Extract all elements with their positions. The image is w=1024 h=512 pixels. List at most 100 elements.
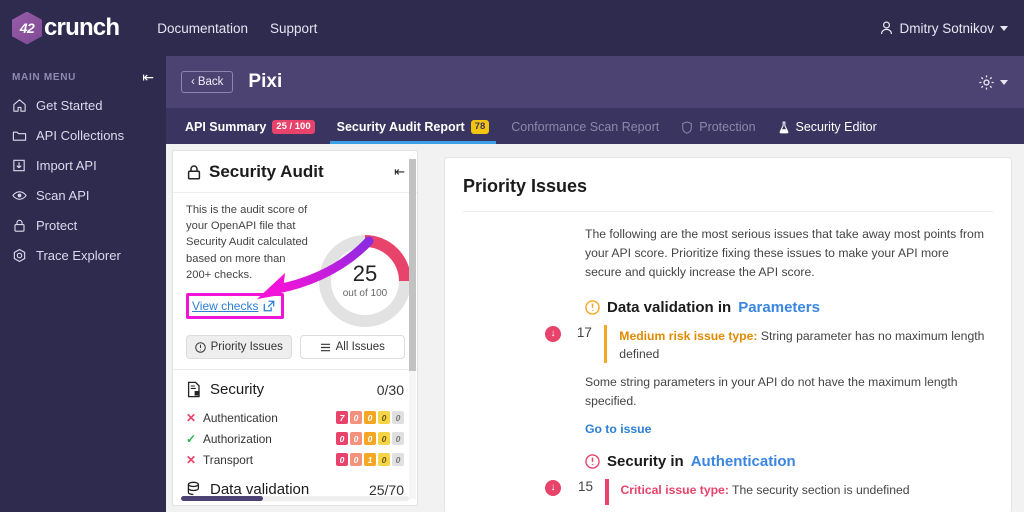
risk-label: Medium risk issue type:: [619, 328, 758, 343]
document-lock-icon: [187, 381, 200, 398]
issue-item-parameters: ↓ 17 Medium risk issue type: String para…: [445, 316, 1011, 364]
tabs-bar: API Summary 25 / 100 Security Audit Repo…: [166, 108, 1024, 144]
person-icon: [881, 21, 893, 35]
issue-group-header-security: Security in Authentication: [445, 436, 1011, 470]
category-name: Security: [210, 381, 265, 399]
back-button[interactable]: ‹ Back: [181, 71, 234, 93]
severity-bar: [603, 324, 608, 364]
issue-description: Some string parameters in your API do no…: [585, 375, 958, 408]
severity-counts: 0 0 1 0 0: [336, 453, 404, 467]
lock-icon: [14, 219, 25, 232]
severity-counts: 7 0 0 0 0: [336, 411, 404, 425]
settings-menu[interactable]: [978, 74, 1008, 91]
sidebar-item-label: Get Started: [36, 97, 103, 113]
all-issues-toggle[interactable]: All Issues: [299, 335, 405, 360]
audit-row-authentication[interactable]: ✕ Authentication 7 0 0 0 0: [173, 407, 417, 428]
sidebar-item-import-api[interactable]: Import API: [0, 150, 166, 180]
issue-item-authentication: ↓ 15 Critical issue type: The security s…: [445, 470, 1011, 505]
tab-label: Protection: [699, 120, 756, 134]
row-label: Authentication: [203, 410, 278, 425]
top-bar: 42 crunch Documentation Support Dmitry S…: [0, 0, 1024, 56]
tab-badge: 25 / 100: [272, 120, 315, 134]
tab-badge: 78: [470, 120, 490, 134]
folder-icon: [12, 131, 27, 141]
sidebar-item-trace-explorer[interactable]: Trace Explorer: [0, 240, 166, 270]
page-header: ‹ Back Pixi: [166, 56, 1024, 108]
count-high: 0: [350, 432, 362, 446]
security-audit-header: Security Audit ⇤: [173, 151, 417, 193]
points-lost-value: 15: [577, 478, 593, 494]
priority-issues-toggle[interactable]: Priority Issues: [186, 335, 292, 360]
tab-conformance-scan-report[interactable]: Conformance Scan Report: [500, 110, 670, 144]
row-label: Authorization: [203, 431, 272, 446]
vertical-scrollbar[interactable]: [409, 159, 416, 499]
security-audit-title: Security Audit: [209, 162, 324, 181]
chevron-down-icon: [1000, 25, 1008, 31]
audit-category-security[interactable]: Security 0/30: [173, 370, 417, 407]
sidebar-item-protect[interactable]: Protect: [0, 210, 166, 240]
points-lost-value: 17: [576, 324, 592, 340]
tab-label: API Summary: [185, 120, 267, 134]
logo-hex-icon: 42: [12, 11, 42, 45]
page-title: Pixi: [248, 71, 283, 92]
go-to-issue-link[interactable]: Go to issue: [445, 410, 1011, 436]
tab-label: Security Editor: [795, 120, 877, 134]
sidebar-item-api-collections[interactable]: API Collections: [0, 120, 166, 150]
tab-security-editor[interactable]: Security Editor: [767, 110, 888, 144]
home-icon: [13, 98, 26, 112]
sidebar-section-label: MAIN MENU: [12, 71, 77, 83]
priority-issues-intro: The following are the most serious issue…: [585, 227, 984, 279]
count-medium: 0: [364, 432, 376, 446]
fail-icon: ✕: [186, 452, 197, 467]
view-checks-label: View checks: [192, 299, 259, 314]
brand-logo[interactable]: 42 crunch: [12, 11, 120, 45]
sidebar-item-label: API Collections: [36, 127, 125, 143]
count-low: 0: [378, 411, 390, 425]
import-icon: [13, 159, 25, 171]
row-label: Transport: [203, 452, 254, 467]
points-lost-icon: ↓: [545, 479, 561, 496]
audit-score-donut: 25 out of 100: [319, 235, 411, 327]
audit-row-authorization[interactable]: ✓ Authorization 0 0 0 0 0: [173, 428, 417, 449]
issue-filter-toggle-group: Priority Issues All Issues: [173, 325, 417, 371]
fail-icon: ✕: [186, 410, 197, 425]
content-area: Security Audit ⇤ This is the audit score…: [166, 144, 1024, 512]
warning-circle-icon: [585, 299, 600, 315]
priority-issues-panel: Priority Issues The following are the mo…: [444, 157, 1012, 512]
warning-circle-icon: [585, 454, 600, 469]
priority-issues-title: Priority Issues: [463, 176, 588, 196]
issue-summary: The security section is undefined: [728, 482, 910, 497]
user-menu[interactable]: Dmitry Sotnikov: [880, 21, 1008, 36]
tab-api-summary[interactable]: API Summary 25 / 100: [174, 110, 326, 144]
sidebar-item-label: Scan API: [36, 187, 90, 203]
nav-documentation[interactable]: Documentation: [157, 21, 248, 36]
count-critical: 0: [336, 453, 348, 467]
count-medium: 1: [364, 453, 376, 467]
sidebar-item-label: Protect: [36, 217, 78, 233]
horizontal-scrollbar[interactable]: [181, 496, 409, 501]
sidebar-item-label: Import API: [36, 157, 97, 173]
count-low: 0: [378, 453, 390, 467]
issue-group-link[interactable]: Parameters: [738, 299, 820, 316]
tab-protection[interactable]: Protection: [670, 110, 766, 144]
logo-mark-text: 42: [19, 20, 35, 36]
collapse-panel-icon[interactable]: ⇤: [394, 164, 405, 180]
view-checks-link[interactable]: View checks: [186, 293, 285, 320]
issue-text: Medium risk issue type: String parameter…: [619, 325, 1011, 364]
top-nav: Documentation Support: [157, 21, 317, 36]
collapse-panel-icon[interactable]: ⇤: [142, 70, 154, 84]
nav-support[interactable]: Support: [270, 21, 317, 36]
issue-group-prefix: Data validation in: [607, 298, 732, 316]
sidebar-item-get-started[interactable]: Get Started: [0, 90, 166, 120]
issue-group-link[interactable]: Authentication: [691, 453, 796, 470]
sidebar-item-scan-api[interactable]: Scan API: [0, 180, 166, 210]
count-info: 0: [392, 453, 404, 467]
tab-label: Conformance Scan Report: [511, 120, 660, 134]
audit-row-transport[interactable]: ✕ Transport 0 0 1 0 0: [173, 449, 417, 470]
tab-security-audit-report[interactable]: Security Audit Report 78: [326, 110, 501, 144]
security-audit-panel: Security Audit ⇤ This is the audit score…: [172, 150, 418, 506]
count-info: 0: [392, 411, 404, 425]
count-medium: 0: [364, 411, 376, 425]
external-link-icon: [264, 300, 275, 312]
audit-description: This is the audit score of your OpenAPI …: [186, 204, 308, 281]
